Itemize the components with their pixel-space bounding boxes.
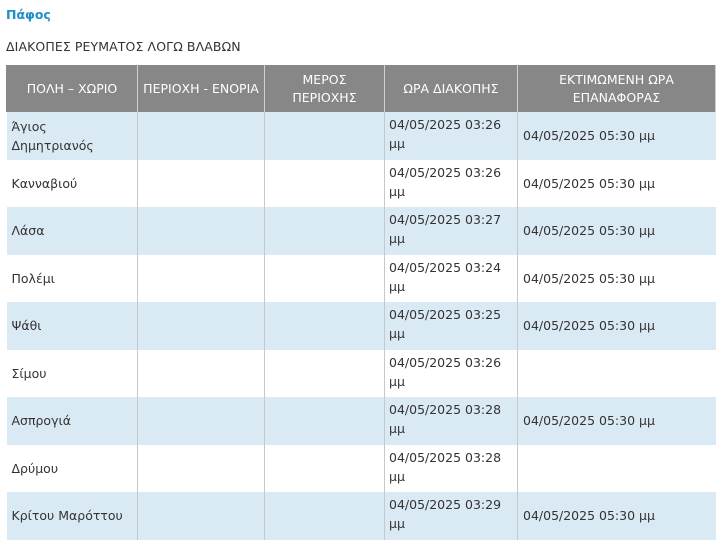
cell-town: Ψάθι bbox=[6, 302, 138, 350]
cell-town: Κρίτου Μαρόττου bbox=[6, 492, 138, 540]
cell-part bbox=[264, 444, 385, 492]
cell-area bbox=[137, 254, 265, 302]
cell-outage-time: 04/05/2025 03:27 μμ bbox=[384, 207, 518, 255]
cell-restore-time bbox=[517, 444, 716, 492]
cell-outage-time: 04/05/2025 03:28 μμ bbox=[384, 397, 518, 445]
outages-table: ΠΟΛΗ – ΧΩΡΙΟ ΠΕΡΙΟΧΗ - ΕΝΟΡΙΑ ΜΕΡΟΣ ΠΕΡΙ… bbox=[6, 65, 716, 540]
cell-part bbox=[264, 159, 385, 207]
cell-restore-time: 04/05/2025 05:30 μμ bbox=[517, 302, 716, 350]
cell-town: Δρύμου bbox=[6, 444, 138, 492]
cell-town: Κανναβιού bbox=[6, 159, 138, 207]
table-header-row: ΠΟΛΗ – ΧΩΡΙΟ ΠΕΡΙΟΧΗ - ΕΝΟΡΙΑ ΜΕΡΟΣ ΠΕΡΙ… bbox=[6, 65, 716, 112]
column-header-restore-time: ΕΚΤΙΜΩΜΕΝΗ ΩΡΑ ΕΠΑΝΑΦΟΡΑΣ bbox=[517, 65, 716, 112]
cell-town: Σίμου bbox=[6, 349, 138, 397]
cell-outage-time: 04/05/2025 03:26 μμ bbox=[384, 112, 518, 160]
cell-area bbox=[137, 397, 265, 445]
cell-outage-time: 04/05/2025 03:25 μμ bbox=[384, 302, 518, 350]
table-row: Δρύμου 04/05/2025 03:28 μμ bbox=[6, 444, 716, 492]
cell-outage-time: 04/05/2025 03:24 μμ bbox=[384, 254, 518, 302]
table-row: Κανναβιού 04/05/2025 03:26 μμ 04/05/2025… bbox=[6, 159, 716, 207]
table-row: Ψάθι 04/05/2025 03:25 μμ 04/05/2025 05:3… bbox=[6, 302, 716, 350]
column-header-area: ΠΕΡΙΟΧΗ - ΕΝΟΡΙΑ bbox=[137, 65, 265, 112]
cell-town: Άγιος Δημητριανός bbox=[6, 112, 138, 160]
cell-part bbox=[264, 349, 385, 397]
cell-outage-time: 04/05/2025 03:28 μμ bbox=[384, 444, 518, 492]
cell-restore-time bbox=[517, 349, 716, 397]
cell-part bbox=[264, 302, 385, 350]
cell-part bbox=[264, 112, 385, 160]
cell-area bbox=[137, 302, 265, 350]
table-row: Λάσα 04/05/2025 03:27 μμ 04/05/2025 05:3… bbox=[6, 207, 716, 255]
cell-restore-time: 04/05/2025 05:30 μμ bbox=[517, 159, 716, 207]
cell-area bbox=[137, 349, 265, 397]
cell-town: Ασπρογιά bbox=[6, 397, 138, 445]
cell-restore-time: 04/05/2025 05:30 μμ bbox=[517, 492, 716, 540]
cell-town: Πολέμι bbox=[6, 254, 138, 302]
cell-part bbox=[264, 492, 385, 540]
cell-part bbox=[264, 207, 385, 255]
table-row: Σίμου 04/05/2025 03:26 μμ bbox=[6, 349, 716, 397]
page-subtitle: ΔΙΑΚΟΠΕΣ ΡΕΥΜΑΤΟΣ ΛΟΓΩ ΒΛΑΒΩΝ bbox=[6, 39, 241, 54]
cell-restore-time: 04/05/2025 05:30 μμ bbox=[517, 254, 716, 302]
cell-outage-time: 04/05/2025 03:26 μμ bbox=[384, 349, 518, 397]
table-row: Πολέμι 04/05/2025 03:24 μμ 04/05/2025 05… bbox=[6, 254, 716, 302]
cell-part bbox=[264, 397, 385, 445]
column-header-outage-time: ΩΡΑ ΔΙΑΚΟΠΗΣ bbox=[384, 65, 518, 112]
column-header-town: ΠΟΛΗ – ΧΩΡΙΟ bbox=[6, 65, 138, 112]
table-row: Άγιος Δημητριανός 04/05/2025 03:26 μμ 04… bbox=[6, 112, 716, 160]
cell-outage-time: 04/05/2025 03:29 μμ bbox=[384, 492, 518, 540]
cell-area bbox=[137, 159, 265, 207]
cell-area bbox=[137, 492, 265, 540]
cell-outage-time: 04/05/2025 03:26 μμ bbox=[384, 159, 518, 207]
cell-restore-time: 04/05/2025 05:30 μμ bbox=[517, 207, 716, 255]
cell-part bbox=[264, 254, 385, 302]
table-row: Ασπρογιά 04/05/2025 03:28 μμ 04/05/2025 … bbox=[6, 397, 716, 445]
cell-restore-time: 04/05/2025 05:30 μμ bbox=[517, 112, 716, 160]
cell-town: Λάσα bbox=[6, 207, 138, 255]
table-row: Κρίτου Μαρόττου 04/05/2025 03:29 μμ 04/0… bbox=[6, 492, 716, 540]
cell-area bbox=[137, 207, 265, 255]
column-header-part: ΜΕΡΟΣ ΠΕΡΙΟΧΗΣ bbox=[264, 65, 385, 112]
cell-area bbox=[137, 112, 265, 160]
cell-area bbox=[137, 444, 265, 492]
region-title-link[interactable]: Πάφος bbox=[6, 7, 51, 22]
cell-restore-time: 04/05/2025 05:30 μμ bbox=[517, 397, 716, 445]
